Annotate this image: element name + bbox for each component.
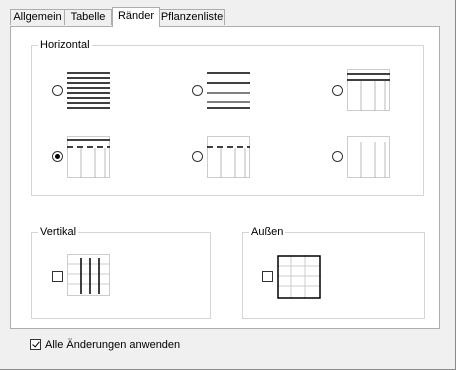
tab-panel: Horizontal Vertikal Außen	[10, 26, 440, 329]
horizontal-option-dashed-radio[interactable]	[192, 151, 203, 162]
top-dashed-preview	[67, 136, 110, 178]
tab-pflanzenliste[interactable]: Pflanzenliste	[159, 9, 225, 25]
horizontal-group: Horizontal	[31, 38, 424, 196]
vertical-group-label: Vertikal	[38, 225, 79, 239]
vertical-checkbox[interactable]	[52, 271, 63, 282]
outer-group: Außen	[242, 225, 425, 319]
dashed-preview	[207, 136, 250, 178]
horizontal-option-top-double-radio[interactable]	[332, 85, 343, 96]
outer-preview	[277, 255, 321, 299]
apply-all-checkbox[interactable]	[30, 339, 41, 350]
outer-group-label: Außen	[249, 225, 286, 239]
horizontal-option-outer-inner-radio[interactable]	[192, 85, 203, 96]
tab-allgemein[interactable]: Allgemein	[10, 9, 65, 25]
tab-tabelle[interactable]: Tabelle	[64, 9, 112, 25]
all-lines-preview	[67, 72, 110, 109]
horizontal-option-all-lines-radio[interactable]	[52, 85, 63, 96]
top-double-preview	[347, 69, 390, 111]
outer-checkbox[interactable]	[262, 271, 273, 282]
vertical-preview	[67, 254, 110, 296]
apply-all-label[interactable]: Alle Änderungen anwenden	[45, 338, 180, 352]
horizontal-option-top-dashed-radio[interactable]	[52, 151, 63, 162]
horizontal-option-none-radio[interactable]	[332, 151, 343, 162]
verticals-only-preview	[347, 136, 390, 178]
outer-inner-preview	[207, 72, 250, 109]
vertical-group: Vertikal	[31, 225, 211, 319]
tab-raender[interactable]: Ränder	[112, 7, 160, 27]
horizontal-group-label: Horizontal	[38, 38, 92, 52]
